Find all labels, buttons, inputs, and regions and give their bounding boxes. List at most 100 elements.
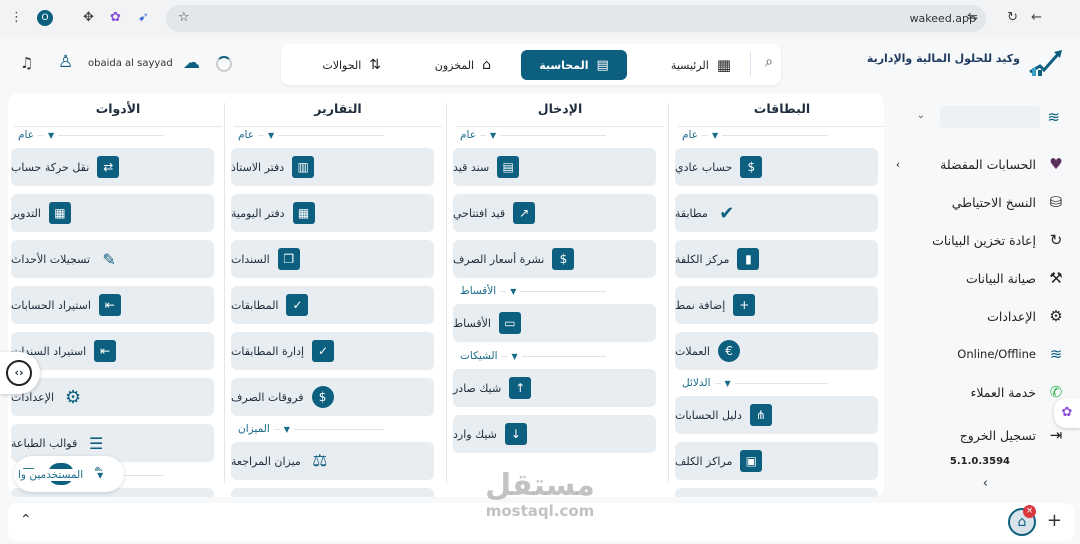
card-more[interactable] xyxy=(675,488,878,497)
tab-transfers[interactable]: ⇅ الحوالات xyxy=(312,50,391,80)
user-icon[interactable]: ♙ xyxy=(58,52,73,72)
card-exchange-differences[interactable]: $ فروقات الصرف xyxy=(231,378,434,416)
tab-accounting[interactable]: ▤ المحاسبة xyxy=(521,50,627,80)
card-trial-balance[interactable]: ⚖ ميزان المراجعة xyxy=(231,442,434,480)
section-general[interactable]: ▼ عام xyxy=(678,127,884,143)
sidebar-item-restore[interactable]: ↻ إعادة تخزين البيانات xyxy=(932,231,1066,249)
sidebar-item-label: Online/Offline xyxy=(957,347,1036,361)
calendar-grid-icon: ▦ xyxy=(48,202,71,224)
dollar-doc-icon: $ xyxy=(740,156,763,178)
card-cost-center[interactable]: ▮ مركز الكلفة xyxy=(675,240,878,278)
search-icon[interactable]: ⌕ xyxy=(765,54,773,70)
bird-extension-icon[interactable]: ➹ xyxy=(138,11,149,25)
card-label: دفتر الاستاذ xyxy=(231,160,285,174)
close-tab-icon[interactable]: × xyxy=(1023,505,1036,518)
card-outgoing-check[interactable]: ↑ شيك صادر xyxy=(453,369,656,407)
card-journal[interactable]: ▦ دفتر اليومية xyxy=(231,194,434,232)
refresh-icon: ↻ xyxy=(1049,231,1063,249)
card-journal-voucher[interactable]: ▤ سند قيد xyxy=(453,148,656,186)
card-incoming-check[interactable]: ↓ شيك وارد xyxy=(453,415,656,453)
card-currencies[interactable]: € العملات xyxy=(675,332,878,370)
section-installments[interactable]: ▼ الأقساط xyxy=(456,283,664,299)
sidebar-item-label: الإعدادات xyxy=(987,308,1036,324)
section-label: الميزان xyxy=(234,423,274,435)
transfer-doc-icon: ⇄ xyxy=(97,156,120,178)
card-chart-of-accounts[interactable]: ⋔ دليل الحسابات xyxy=(675,396,878,434)
card-move-account-transactions[interactable]: ⇄ نقل حركة حساب xyxy=(11,148,214,186)
section-directories[interactable]: ▼ الدلائل xyxy=(678,375,884,391)
section-general[interactable]: ▼ عام xyxy=(14,127,222,143)
sidebar-item-favorites[interactable]: ♥ الحسابات المفضلة › xyxy=(896,155,1066,173)
card-import-vouchers[interactable]: ⇤ استيراد السندات xyxy=(11,332,214,370)
star-icon[interactable]: ☆ xyxy=(178,11,190,25)
menu-dots-icon[interactable]: ⋮ xyxy=(10,11,23,25)
tab-inventory-label: المخزون xyxy=(434,58,475,72)
card-cost-centers[interactable]: ▣ مراكز الكلف xyxy=(675,442,878,480)
section-general[interactable]: ▼ عام xyxy=(456,127,664,143)
card-add-pattern[interactable]: + إضافة نمط xyxy=(675,286,878,324)
sidebar-item-label: إعادة تخزين البيانات xyxy=(932,232,1036,248)
card-ledger[interactable]: ▥ دفتر الاستاذ xyxy=(231,148,434,186)
card-label: مطابقة xyxy=(675,206,708,220)
add-tab-icon[interactable]: + xyxy=(1047,510,1062,531)
cloud-icon[interactable]: ☁ xyxy=(183,53,200,73)
column-cards: البطاقات ▼ عام $ حساب عادي ✔ مطابقة ▮ مركز ا… xyxy=(672,93,884,497)
card-import-accounts[interactable]: ⇤ استيراد الحسابات xyxy=(11,286,214,324)
sidebar-item-online-offline[interactable]: ≋ Online/Offline xyxy=(957,345,1066,363)
card-more[interactable] xyxy=(231,488,434,497)
section-checks[interactable]: ▼ الشيكات xyxy=(456,348,664,364)
card-label: نشرة أسعار الصرف xyxy=(453,252,545,266)
collapse-sidebar-icon[interactable]: ‹ xyxy=(983,476,988,491)
chevron-up-icon[interactable]: ⌃ xyxy=(20,512,32,528)
card-vouchers[interactable]: ❐ السندات xyxy=(231,240,434,278)
card-opening-entry[interactable]: ↗ قيد افتتاحي xyxy=(453,194,656,232)
book-icon: ▥ xyxy=(292,156,315,178)
card-rollover[interactable]: ▦ التدوير xyxy=(11,194,214,232)
reload-icon[interactable]: ↻ xyxy=(1007,11,1018,25)
company-selector[interactable] xyxy=(940,106,1040,128)
sidebar-item-backup[interactable]: ⛁ النسخ الاحتياطي xyxy=(952,193,1066,211)
sidebar-item-logout[interactable]: ⇥ تسجيل الخروج xyxy=(960,426,1066,444)
profile-avatar[interactable]: O xyxy=(37,10,53,26)
caret-down-icon: ▼ xyxy=(279,424,294,434)
column-title: التقارير xyxy=(314,101,362,116)
card-reconciliation[interactable]: ✔ مطابقة xyxy=(675,194,878,232)
double-check-icon: ✔ xyxy=(719,202,735,224)
bell-icon[interactable]: ♫ xyxy=(20,54,33,72)
tab-inventory[interactable]: ⌂ المخزون xyxy=(425,50,501,80)
card-event-logs[interactable]: ✎ تسجيلات الأحداث xyxy=(11,240,214,278)
tab-home[interactable]: ▦ الرئيسية xyxy=(661,50,741,80)
sidebar-item-support[interactable]: ✆ خدمة العملاء xyxy=(970,383,1066,401)
section-general[interactable]: ▼ عام xyxy=(234,127,442,143)
caret-down-icon: ▼ xyxy=(720,378,735,388)
section-balance[interactable]: ▼ الميزان xyxy=(234,421,442,437)
card-installments[interactable]: ▭ الأقساط xyxy=(453,304,656,342)
database-icon: ⛁ xyxy=(1049,193,1063,211)
section-label: عام xyxy=(14,129,38,141)
document-icon: ▤ xyxy=(497,156,520,178)
calculator-icon: ▤ xyxy=(596,57,609,73)
exchange-dollar-icon: $ xyxy=(311,386,334,408)
card-manage-reconciliations[interactable]: ✓ إدارة المطابقات xyxy=(231,332,434,370)
address-bar[interactable]: ☆ ⇋ xyxy=(166,5,986,32)
card-label: إضافة نمط xyxy=(675,298,726,312)
zoom-button[interactable]: ‹› xyxy=(0,352,40,394)
card-label: شيك وارد xyxy=(453,427,497,441)
card-reconciliations[interactable]: ✓ المطابقات xyxy=(231,286,434,324)
assistant-extension-icon[interactable]: ✿ xyxy=(1054,398,1080,428)
sidebar-item-maintenance[interactable]: ⚒ صيانة البيانات xyxy=(966,269,1066,287)
sidebar-item-settings[interactable]: ⚙ الإعدادات xyxy=(987,307,1066,325)
sidebar-item-label: تسجيل الخروج xyxy=(959,427,1036,443)
browser-toolbar: ← ↻ ☆ ⇋ wakeed.app ⋮ O ✥ ✿ ➹ xyxy=(0,0,1080,37)
check-out-icon: ↑ xyxy=(509,377,532,399)
add-list-icon: + xyxy=(733,294,756,316)
chevron-down-icon[interactable]: ⌄ xyxy=(917,110,925,121)
card-exchange-rates[interactable]: $ نشرة أسعار الصرف xyxy=(453,240,656,278)
card-settings[interactable]: ⚙ الإعدادات xyxy=(11,378,214,416)
brain-extension-icon[interactable]: ✿ xyxy=(110,11,121,25)
calendar-book-icon: ▦ xyxy=(292,202,315,224)
card-regular-account[interactable]: $ حساب عادي xyxy=(675,148,878,186)
import-icon: ⇤ xyxy=(94,340,117,362)
back-icon[interactable]: ← xyxy=(1031,11,1042,25)
extensions-icon[interactable]: ✥ xyxy=(83,11,94,25)
